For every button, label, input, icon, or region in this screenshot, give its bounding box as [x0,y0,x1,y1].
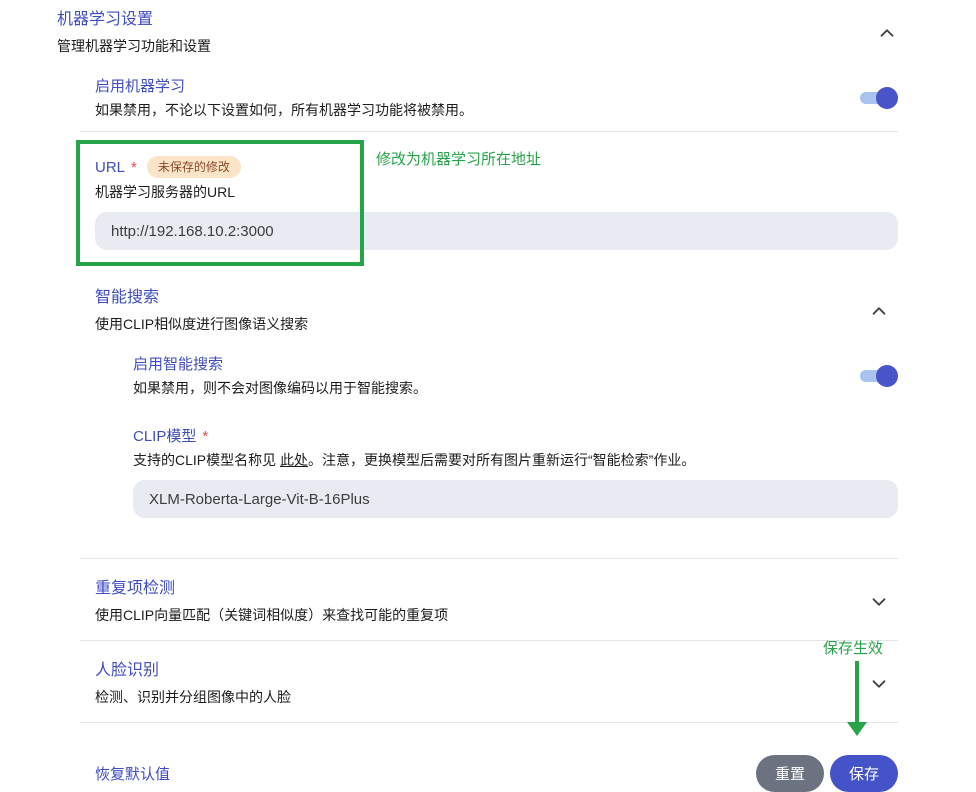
section-header-text: 机器学习设置 管理机器学习功能和设置 [57,10,211,55]
clip-model-label: CLIP模型 [133,427,196,446]
enable-ml-row: 启用机器学习 如果禁用，不论以下设置如何，所有机器学习功能将被禁用。 [95,77,898,119]
reset-button[interactable]: 重置 [756,755,824,792]
clip-model-block: CLIP模型 * 支持的CLIP模型名称见 此处。注意，更换模型后需要对所有图片… [133,427,898,518]
enable-smart-search-label: 启用智能搜索 [133,355,427,374]
url-field-block: URL * 未保存的修改 机器学习服务器的URL [95,156,898,250]
divider [80,640,898,641]
clip-description-prefix: 支持的CLIP模型名称见 [133,452,280,468]
enable-smart-search-toggle[interactable] [860,365,898,387]
duplicate-detection-subtitle: 使用CLIP向量匹配（关键词相似度）来查找可能的重复项 [95,606,448,624]
ml-settings-page: 机器学习设置 管理机器学习功能和设置 启用机器学习 如果禁用，不论以下设置如何，… [0,0,976,791]
url-label-row: URL * 未保存的修改 [95,156,898,178]
enable-ml-label: 启用机器学习 [95,77,473,96]
footer-actions: 恢复默认值 重置 保存 [95,755,898,792]
clip-model-description: 支持的CLIP模型名称见 此处。注意，更换模型后需要对所有图片重新运行“智能检索… [133,451,898,469]
required-asterisk: * [131,159,137,176]
section-body: 启用机器学习 如果禁用，不论以下设置如何，所有机器学习功能将被禁用。 URL *… [95,77,898,792]
face-recognition-row: 人脸识别 检测、识别并分组图像中的人脸 [95,661,898,706]
enable-smart-search-row: 启用智能搜索 如果禁用，则不会对图像编码以用于智能搜索。 [133,355,898,397]
restore-defaults-link[interactable]: 恢复默认值 [95,763,170,784]
chevron-up-icon[interactable] [868,300,890,322]
chevron-down-icon[interactable] [868,673,890,695]
face-recognition-title: 人脸识别 [95,661,291,681]
section-header: 机器学习设置 管理机器学习功能和设置 [57,10,898,55]
divider [80,131,898,132]
smart-search-subtitle: 使用CLIP相似度进行图像语义搜索 [95,315,308,333]
clip-model-input[interactable] [133,480,898,518]
ml-settings-section: 机器学习设置 管理机器学习功能和设置 启用机器学习 如果禁用，不论以下设置如何，… [57,10,898,792]
smart-search-header: 智能搜索 使用CLIP相似度进行图像语义搜索 [95,288,898,333]
chevron-down-icon[interactable] [868,591,890,613]
url-description: 机器学习服务器的URL [95,183,898,201]
page-title: 机器学习设置 [57,10,211,30]
enable-ml-text: 启用机器学习 如果禁用，不论以下设置如何，所有机器学习功能将被禁用。 [95,77,473,119]
duplicate-detection-title: 重复项检测 [95,579,448,599]
here-link[interactable]: 此处 [280,452,308,468]
enable-ml-toggle[interactable] [860,87,898,109]
duplicate-detection-text: 重复项检测 使用CLIP向量匹配（关键词相似度）来查找可能的重复项 [95,579,448,624]
clip-description-suffix: 。注意，更换模型后需要对所有图片重新运行“智能检索”作业。 [308,452,695,468]
required-asterisk: * [202,428,208,445]
face-recognition-subtitle: 检测、识别并分组图像中的人脸 [95,688,291,706]
duplicate-detection-row: 重复项检测 使用CLIP向量匹配（关键词相似度）来查找可能的重复项 [95,579,898,624]
face-recognition-text: 人脸识别 检测、识别并分组图像中的人脸 [95,661,291,706]
divider [80,722,898,723]
smart-search-section: 智能搜索 使用CLIP相似度进行图像语义搜索 启用智能搜索 如果禁用，则不会对图… [95,288,898,518]
smart-search-body: 启用智能搜索 如果禁用，则不会对图像编码以用于智能搜索。 CLIP模型 * [133,355,898,518]
clip-model-label-row: CLIP模型 * [133,427,898,446]
url-label: URL [95,158,125,177]
divider [80,558,898,559]
smart-search-header-text: 智能搜索 使用CLIP相似度进行图像语义搜索 [95,288,308,333]
smart-search-title: 智能搜索 [95,288,308,308]
enable-ml-description: 如果禁用，不论以下设置如何，所有机器学习功能将被禁用。 [95,101,473,119]
save-button[interactable]: 保存 [830,755,898,792]
url-input[interactable] [95,212,898,250]
enable-smart-search-text: 启用智能搜索 如果禁用，则不会对图像编码以用于智能搜索。 [133,355,427,397]
toggle-knob [876,365,898,387]
enable-smart-search-description: 如果禁用，则不会对图像编码以用于智能搜索。 [133,379,427,397]
button-group: 重置 保存 [756,755,898,792]
toggle-knob [876,87,898,109]
page-subtitle: 管理机器学习功能和设置 [57,37,211,55]
unsaved-changes-badge: 未保存的修改 [147,156,241,178]
chevron-up-icon[interactable] [876,22,898,44]
